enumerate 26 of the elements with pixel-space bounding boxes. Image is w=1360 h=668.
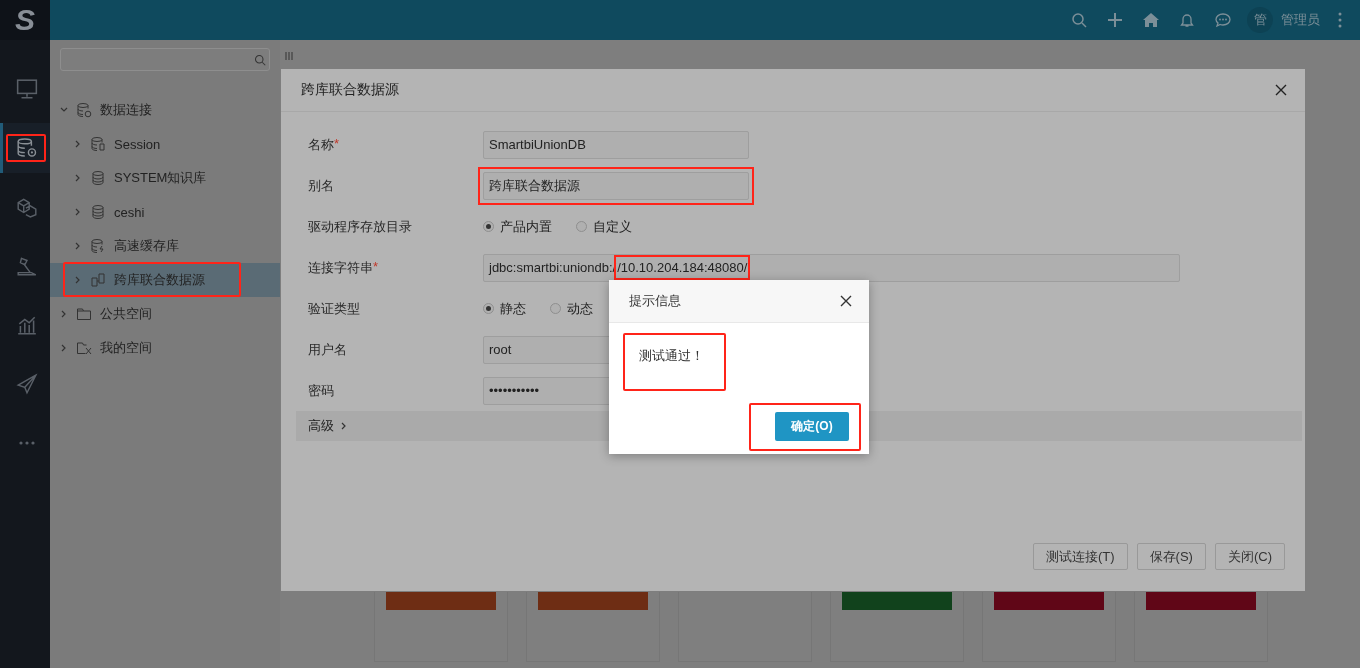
- field-label: 密码: [308, 381, 334, 400]
- field-label: 名称: [308, 135, 334, 154]
- annotated-field-value: /10.10.204.184:48080/: [614, 255, 751, 280]
- field-value: 跨库联合数据源: [489, 176, 580, 195]
- field-value: jdbc:smartbi:uniondb:/: [489, 260, 617, 275]
- field-label: 连接字符串: [308, 258, 373, 277]
- tree-item-label: 公共空间: [100, 305, 152, 323]
- alert-message: 测试通过！: [639, 348, 704, 363]
- tree-item-label: 数据连接: [100, 101, 152, 119]
- tree-item-label: 高速缓存库: [114, 237, 179, 255]
- field-label: 用户名: [308, 340, 347, 359]
- field-value: •••••••••••: [489, 383, 540, 398]
- field-label: 验证类型: [308, 299, 360, 318]
- field-value: root: [489, 342, 512, 357]
- tree-item-label: 跨库联合数据源: [114, 271, 205, 289]
- alert-title: 提示信息: [629, 292, 681, 310]
- dialog-title: 跨库联合数据源: [301, 81, 399, 99]
- required-mark: *: [334, 135, 340, 153]
- field-label: 别名: [308, 176, 334, 195]
- required-mark: *: [373, 258, 379, 276]
- tree-item-label: ceshi: [114, 204, 145, 220]
- tree-item-label: 我的空间: [100, 339, 152, 357]
- tree-item-label: SYSTEM知识库: [114, 169, 207, 187]
- tree-item-label: Session: [114, 136, 161, 152]
- field-value: SmartbiUnionDB: [489, 137, 586, 152]
- field-label: 驱动程序存放目录: [308, 217, 412, 236]
